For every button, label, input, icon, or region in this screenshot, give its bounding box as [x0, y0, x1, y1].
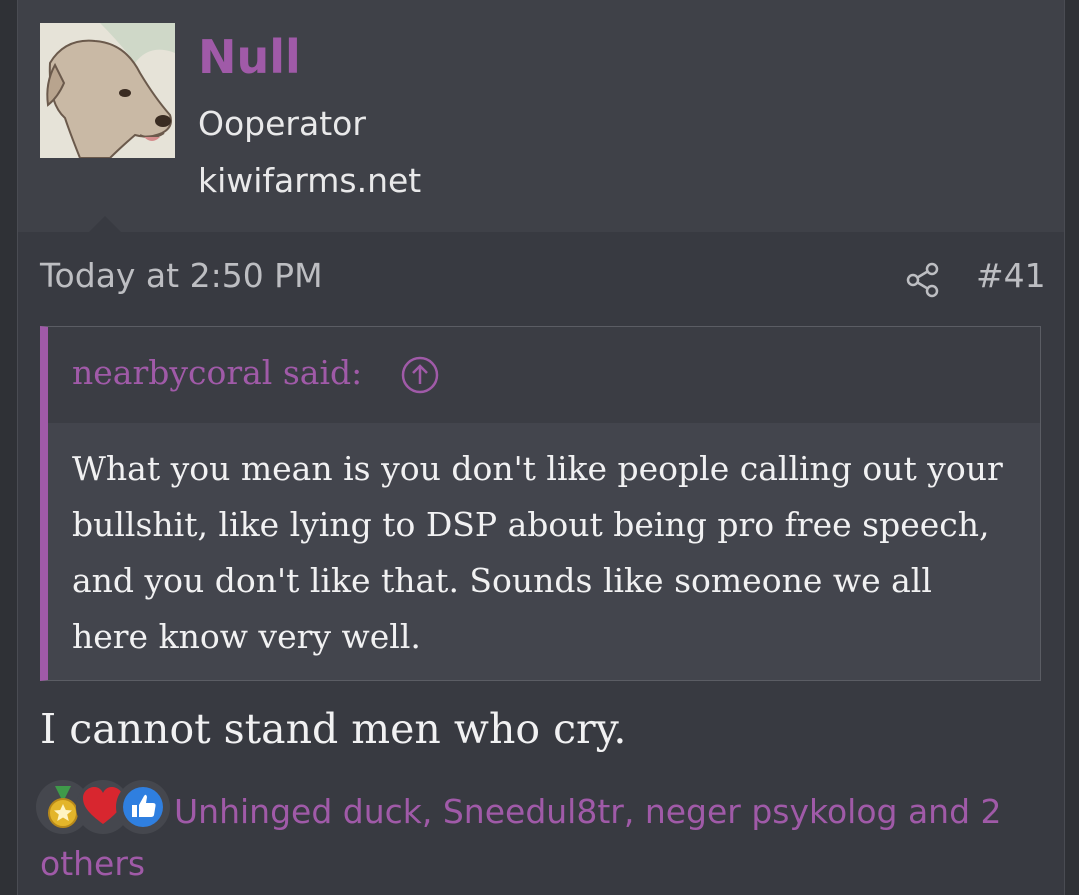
reaction-users[interactable]: Unhinged duck, Sneedul8tr, neger psykolo…	[40, 786, 1040, 890]
post-date[interactable]: Today at 2:50 PM	[40, 256, 323, 295]
user-avatar[interactable]	[40, 23, 175, 158]
post-message: I cannot stand men who cry.	[40, 705, 627, 753]
user-header: Null Ooperator kiwifarms.net	[18, 0, 1064, 232]
header-pointer-arrow	[88, 216, 122, 233]
forum-post: Null Ooperator kiwifarms.net Today at 2:…	[17, 0, 1065, 895]
quote-block: nearbycoral said: What you mean is you d…	[40, 326, 1041, 681]
quote-header: nearbycoral said:	[48, 327, 1040, 423]
quote-author[interactable]: nearbycoral said:	[72, 353, 362, 392]
user-banner: kiwifarms.net	[198, 161, 422, 200]
quote-body: What you mean is you don't like people c…	[48, 423, 1040, 680]
username[interactable]: Null	[198, 30, 301, 85]
arrow-up-circle-icon[interactable]	[400, 355, 440, 395]
dog-avatar-icon	[40, 23, 175, 158]
post-number[interactable]: #41	[976, 256, 1046, 295]
share-icon[interactable]	[905, 262, 941, 298]
quote-text: What you mean is you don't like people c…	[72, 449, 1003, 656]
user-title: Ooperator	[198, 104, 366, 143]
